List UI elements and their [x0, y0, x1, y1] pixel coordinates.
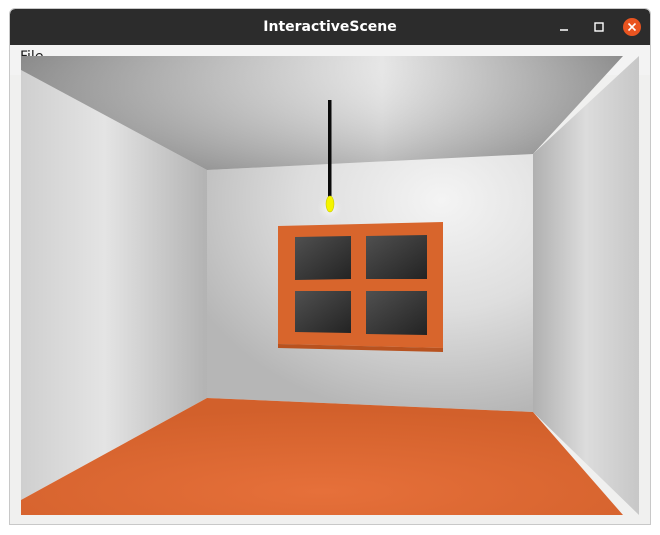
lamp-cord: [328, 100, 332, 200]
scene-viewport[interactable]: [21, 56, 639, 515]
close-button[interactable]: [623, 18, 641, 36]
close-icon: [627, 22, 637, 32]
window-pane-bottom-right: [366, 291, 427, 335]
light-bulb[interactable]: [325, 195, 335, 213]
minimize-button[interactable]: [555, 18, 573, 36]
window-pane-bottom-left: [295, 291, 351, 333]
window-title: InteractiveScene: [263, 19, 397, 35]
maximize-button[interactable]: [590, 18, 608, 36]
title-bar[interactable]: InteractiveScene: [10, 9, 650, 45]
scene-canvas[interactable]: [21, 56, 639, 515]
app-window: InteractiveScene File: [9, 8, 651, 525]
window-pane-top-right: [366, 235, 427, 279]
window-pane-top-left: [295, 236, 351, 280]
maximize-icon: [594, 22, 604, 32]
minimize-icon: [560, 29, 568, 31]
